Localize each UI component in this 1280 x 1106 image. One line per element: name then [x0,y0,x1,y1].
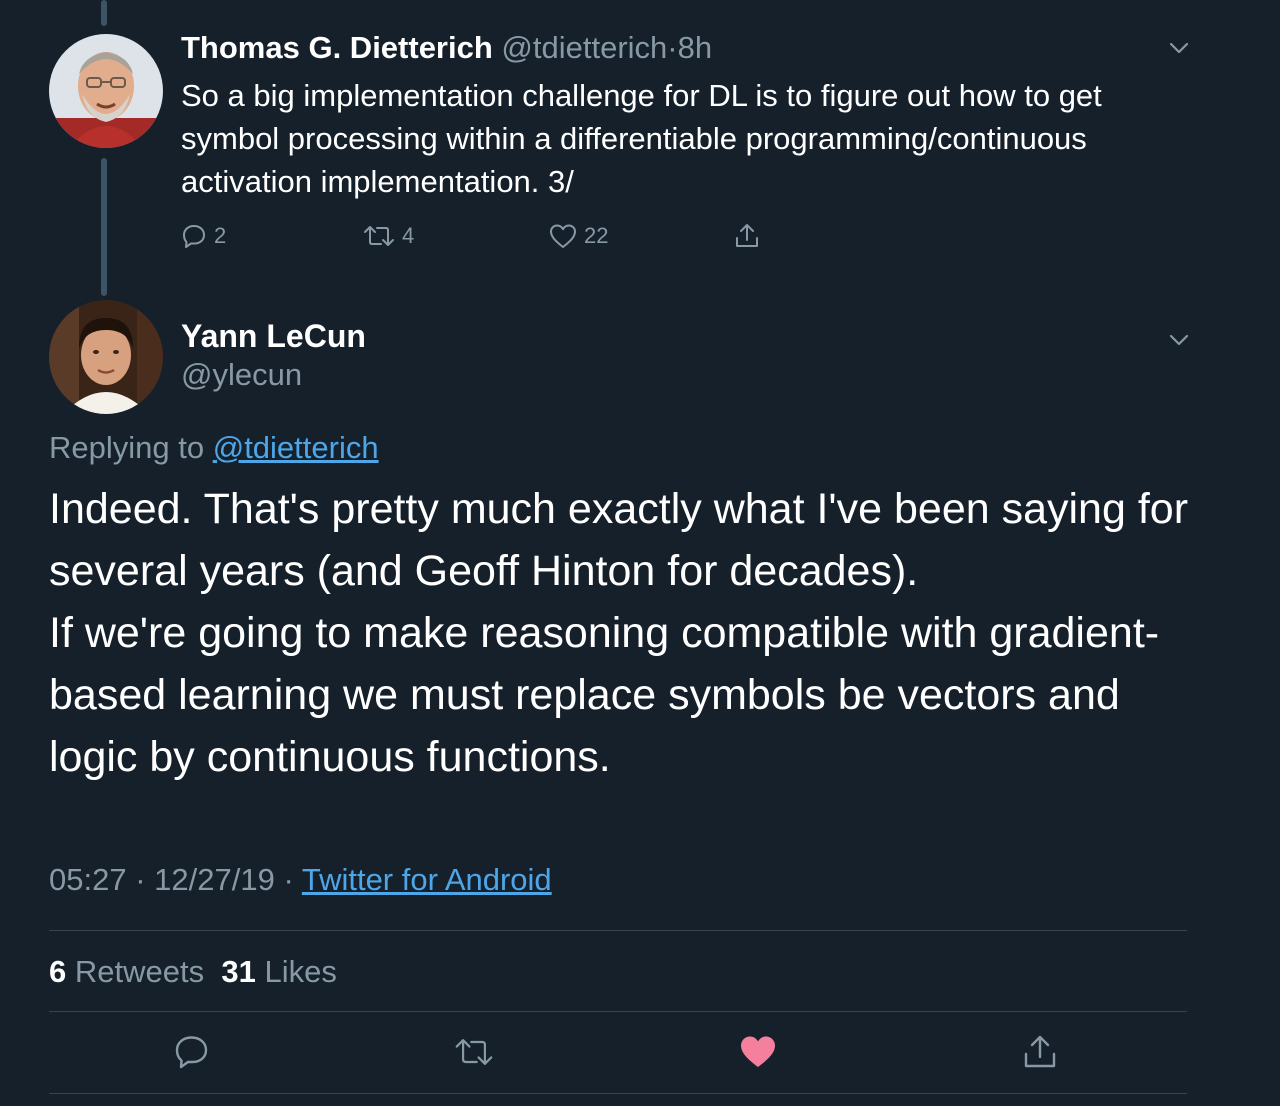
avatar[interactable] [49,300,163,414]
heart-icon [550,224,576,248]
replying-to-label: Replying to [49,430,205,465]
tweet-paragraph: Indeed. That's pretty much exactly what … [49,485,1189,595]
separator: · [283,862,294,897]
thread-line [101,158,107,296]
tweet-source-link[interactable]: Twitter for Android [302,862,552,897]
separator: · [135,862,146,897]
retweet-icon[interactable] [454,1032,494,1072]
tweet-meta: 05:27 · 12/27/19 · Twitter for Android [49,860,552,900]
divider [49,1093,1187,1094]
replying-to-link[interactable]: @tdietterich [213,430,379,465]
parent-tweet-text: So a big implementation challenge for DL… [181,78,1102,199]
parent-reply-button[interactable]: 2 [180,220,226,252]
author-name[interactable]: Yann LeCun [181,316,366,356]
reply-icon[interactable] [172,1032,212,1072]
replying-to: Replying to @tdietterich [49,428,379,468]
parent-tweet-header: Thomas G. Dietterich @tdietterich·8h [181,28,712,68]
tweet-paragraph: If we're going to make reasoning compati… [49,609,1160,781]
tweet-text: Indeed. That's pretty much exactly what … [49,478,1199,788]
parent-author-name[interactable]: Thomas G. Dietterich [181,30,493,65]
parent-retweet-count: 4 [402,223,415,248]
tweet-date: 12/27/19 [154,862,275,897]
reply-icon [183,225,205,248]
likes-stat[interactable]: 31 Likes [221,954,336,989]
retweets-count: 6 [49,954,67,989]
parent-share-button[interactable] [732,220,762,252]
parent-retweet-button[interactable]: 4 [362,220,414,252]
share-icon[interactable] [1020,1032,1060,1072]
separator: · [667,30,678,65]
parent-timestamp[interactable]: 8h [678,30,712,65]
parent-like-count: 22 [584,223,609,248]
heart-icon[interactable] [738,1032,778,1072]
parent-like-button[interactable]: 22 [548,220,608,252]
likes-count: 31 [221,954,256,989]
share-icon [736,224,758,247]
author-handle[interactable]: @ylecun [181,355,302,395]
parent-reply-count: 2 [214,223,227,248]
chevron-down-icon[interactable] [1167,328,1191,352]
retweet-icon [364,226,394,246]
divider [49,930,1187,931]
avatar[interactable] [49,34,163,148]
retweets-label: Retweets [74,954,205,989]
chevron-down-icon[interactable] [1167,36,1191,60]
likes-label: Likes [264,954,337,989]
tweet-stats: 6 Retweets 31 Likes [49,952,337,992]
thread-line [101,0,107,26]
parent-author-handle[interactable]: @tdietterich [501,30,667,65]
tweet-time: 05:27 [49,862,127,897]
divider [49,1011,1187,1012]
retweets-stat[interactable]: 6 Retweets [49,954,204,989]
